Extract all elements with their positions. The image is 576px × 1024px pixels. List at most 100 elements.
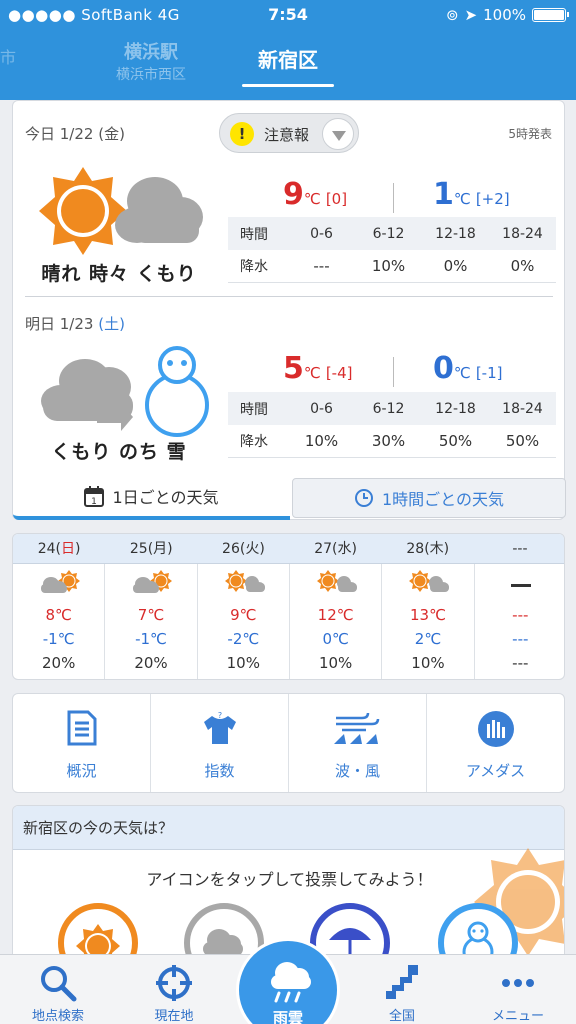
svg-text:?: ? bbox=[217, 711, 221, 720]
menu-amedas[interactable]: アメダス bbox=[427, 694, 564, 792]
active-tab-indicator bbox=[242, 84, 334, 87]
rain-cloud-label: 雨雲 bbox=[272, 1009, 303, 1024]
shirt-icon: ? bbox=[203, 711, 236, 744]
search-icon bbox=[41, 966, 77, 1002]
menu-amedas-label: アメダス bbox=[465, 762, 526, 780]
weekly-low: -1℃ bbox=[42, 630, 75, 648]
tab-search[interactable]: 地点検索 bbox=[8, 955, 108, 1024]
weekly-body: 8℃ -1℃ 20% 7℃ -1℃ 20% 9℃ -2℃ 10% 12℃ 0℃ … bbox=[13, 564, 564, 679]
weekly-day-label: 25(月) bbox=[129, 541, 173, 557]
tab-daily-label: 1日ごとの天気 bbox=[112, 488, 219, 507]
japan-map-icon bbox=[386, 965, 418, 999]
sun-cloud-icon bbox=[409, 570, 450, 592]
sun-cloud-icon bbox=[39, 167, 203, 255]
warning-icon: ! bbox=[230, 122, 254, 146]
today-low: 1℃ [+2] bbox=[433, 177, 510, 212]
tab-daily[interactable]: 1 1日ごとの天気 bbox=[13, 476, 290, 520]
temp-separator bbox=[393, 357, 394, 387]
svg-text:1: 1 bbox=[92, 497, 98, 507]
weekly-high: 7℃ bbox=[137, 606, 165, 624]
tomorrow-temps: 5℃ [-4] 0℃ [-1] bbox=[229, 351, 559, 395]
warning-dropdown[interactable]: ! 注意報 bbox=[219, 113, 359, 153]
table-row: 降水 10% 30% 50% 50% bbox=[228, 425, 556, 458]
weekly-day-label: 26(火) bbox=[222, 541, 265, 557]
tab-menu[interactable]: メニュー bbox=[468, 955, 568, 1024]
announce-time: 5時発表 bbox=[508, 127, 552, 141]
table-row: 降水 --- 10% 0% 0% bbox=[228, 250, 556, 283]
weekly-low: --- bbox=[512, 630, 529, 648]
battery-percent: 100% bbox=[483, 6, 526, 24]
location-tab-sub: 横浜市西区 bbox=[116, 67, 186, 83]
weekly-low: 0℃ bbox=[322, 630, 349, 648]
menu-wave-wind[interactable]: 波・風 bbox=[289, 694, 427, 792]
weekly-day-column[interactable]: 13℃ 2℃ 10% bbox=[382, 564, 475, 679]
info-menu: 概況 ? 指数 波・風 アメダス bbox=[12, 693, 565, 793]
weekly-low: -1℃ bbox=[135, 630, 167, 648]
tab-menu-label: メニュー bbox=[491, 1009, 544, 1024]
forecast-subtabs: 1 1日ごとの天気 1時間ごとの天気 bbox=[13, 476, 566, 520]
menu-index-label: 指数 bbox=[204, 762, 235, 780]
menu-overview-label: 概況 bbox=[66, 762, 97, 780]
weekly-day-label: --- bbox=[512, 541, 528, 557]
cloud-sun-icon bbox=[133, 570, 173, 593]
weekly-header: 24(日) 25(月) 26(火) 27(水) 28(木) --- bbox=[13, 534, 564, 564]
location-tab-far-left[interactable]: 市 bbox=[0, 44, 16, 68]
location-arrow-icon: ➤ bbox=[464, 6, 478, 24]
weekly-pop: 20% bbox=[41, 654, 76, 672]
tab-hourly[interactable]: 1時間ごとの天気 bbox=[292, 478, 566, 518]
menu-overview[interactable]: 概況 bbox=[13, 694, 151, 792]
app-header: ●●●●● SoftBank 4G 7:54 ⊚ ➤ 100% 市 横浜駅 横浜… bbox=[0, 0, 576, 100]
sun-cloud-icon bbox=[316, 570, 357, 592]
weekly-day-column[interactable]: 7℃ -1℃ 20% bbox=[105, 564, 198, 679]
today-weather-text: 晴れ 時々 くもり bbox=[41, 263, 197, 285]
weekly-day-column[interactable]: 8℃ -1℃ 20% bbox=[13, 564, 106, 679]
location-tab-yokohama[interactable]: 横浜駅 横浜市西区 bbox=[96, 38, 206, 84]
document-icon bbox=[67, 710, 96, 746]
table-header-row: 時間 0-6 6-12 12-18 18-24 bbox=[228, 392, 556, 425]
weekly-low: 2℃ bbox=[414, 630, 442, 648]
rain-cloud-icon bbox=[271, 962, 311, 1003]
day-divider bbox=[25, 296, 553, 297]
temp-separator bbox=[393, 183, 394, 213]
weekly-pop: 10% bbox=[411, 654, 445, 672]
warning-label: 注意報 bbox=[264, 126, 310, 144]
more-dots-icon bbox=[502, 979, 534, 987]
weekly-high: 8℃ bbox=[45, 606, 72, 624]
weekly-pop: 10% bbox=[318, 654, 353, 672]
sun-cloud-icon bbox=[224, 570, 265, 592]
today-temps: 9℃ [0] 1℃ [+2] bbox=[229, 177, 559, 221]
tomorrow-weather-text: くもり のち 雪 bbox=[51, 441, 187, 463]
weekly-day-column[interactable]: 9℃ -2℃ 10% bbox=[198, 564, 290, 679]
weekly-high: 9℃ bbox=[230, 606, 257, 624]
weekly-day-column: --- --- --- bbox=[475, 564, 564, 679]
status-right: ⊚ ➤ 100% bbox=[446, 6, 569, 24]
forecast-card: 今日 1/22 (金) ! 注意報 5時発表 晴れ 時々 くもり 9℃ [0] … bbox=[12, 100, 566, 520]
wave-wind-icon bbox=[333, 712, 379, 744]
weekly-pop: 20% bbox=[134, 654, 168, 672]
tomorrow-high: 5℃ [-4] bbox=[283, 351, 353, 386]
vote-message: アイコンをタップして投票してみよう！ bbox=[146, 870, 433, 889]
weekly-high: 12℃ bbox=[317, 606, 354, 624]
location-tab-name: 横浜駅 bbox=[124, 42, 178, 63]
chevron-down-icon[interactable] bbox=[322, 118, 354, 150]
weekly-high: --- bbox=[512, 606, 529, 624]
menu-wave-wind-label: 波・風 bbox=[334, 762, 380, 780]
cloud-then-snow-icon bbox=[41, 346, 209, 437]
status-bar: ●●●●● SoftBank 4G 7:54 ⊚ ➤ 100% bbox=[0, 0, 576, 32]
tab-search-label: 地点検索 bbox=[31, 1009, 84, 1024]
today-high: 9℃ [0] bbox=[283, 177, 348, 212]
weekly-day-column[interactable]: 12℃ 0℃ 10% bbox=[290, 564, 383, 679]
menu-index[interactable]: ? 指数 bbox=[151, 694, 289, 792]
battery-icon bbox=[532, 8, 569, 22]
weekly-high: 13℃ bbox=[410, 606, 446, 624]
crosshair-icon bbox=[156, 965, 192, 1001]
vote-title: 新宿区の今の天気は？ bbox=[13, 806, 564, 850]
weekly-day-label: 28(木) bbox=[406, 541, 450, 557]
weekly-low: -2℃ bbox=[227, 630, 260, 648]
calendar-icon: 1 bbox=[84, 486, 105, 507]
no-data-dash bbox=[510, 584, 531, 587]
tab-current-location[interactable]: 現在地 bbox=[124, 955, 224, 1024]
location-tab-current[interactable]: 新宿区 bbox=[232, 44, 344, 73]
tab-nationwide[interactable]: 全国 bbox=[352, 955, 452, 1024]
tomorrow-precip-table: 時間 0-6 6-12 12-18 18-24 降水 10% 30% 50% 50% bbox=[228, 392, 556, 458]
